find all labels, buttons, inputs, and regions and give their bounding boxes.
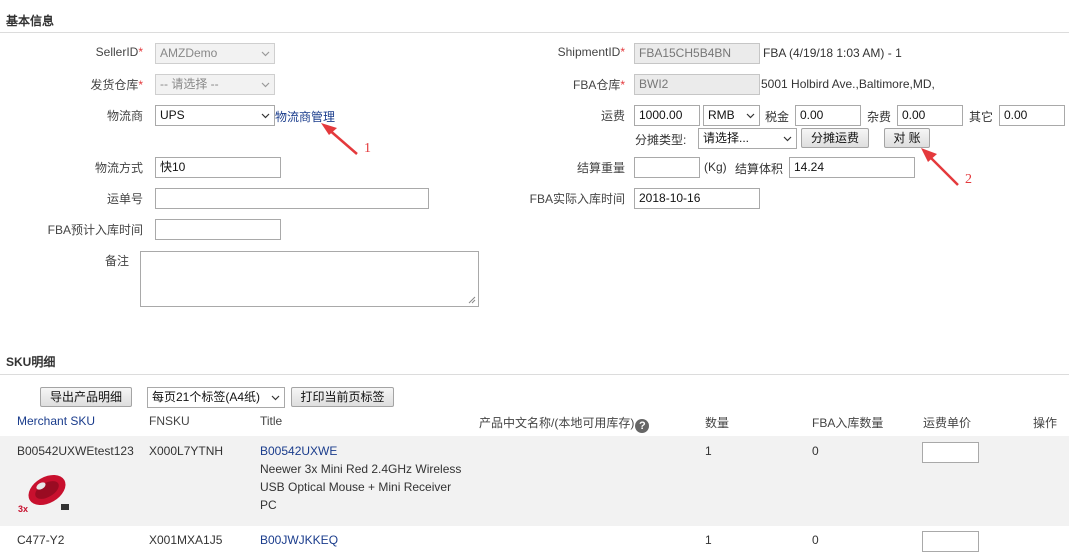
- allocation-type-select[interactable]: 请选择...: [698, 128, 797, 149]
- table-row: C477-Y2 X001MXA1J5 B00JWJKKEQ 1 0: [0, 526, 1069, 553]
- settlement-volume-input[interactable]: 14.24: [789, 157, 915, 178]
- fba-expected-date-input[interactable]: [155, 219, 281, 240]
- chevron-down-icon: [261, 82, 270, 88]
- seller-id-select[interactable]: AMZDemo: [155, 43, 275, 64]
- col-header-fba-qty: FBA入库数量: [812, 416, 884, 430]
- annotation-label-2: 2: [965, 172, 972, 187]
- chevron-down-icon: [783, 136, 792, 142]
- cell-fnsku: X000L7YTNH: [149, 444, 224, 458]
- tracking-no-label: 运单号: [106, 192, 143, 206]
- shipping-method-input[interactable]: 快10: [155, 157, 281, 178]
- fba-warehouse-label: FBA仓库*: [572, 78, 625, 92]
- annotation-arrow-2: [921, 148, 959, 186]
- seller-id-label: SellerID*: [95, 45, 143, 59]
- cell-fba-qty: 0: [812, 444, 819, 458]
- product-thumbnail: 3x: [17, 460, 77, 520]
- cell-fnsku: X001MXA1J5: [149, 533, 223, 547]
- cell-title-line: Neewer 3x Mini Red 2.4GHz Wireless: [260, 462, 462, 476]
- shipment-info-text: FBA (4/19/18 1:03 AM) - 1: [763, 46, 902, 60]
- allocate-freight-button[interactable]: 分摊运费: [801, 128, 869, 148]
- label-format-select[interactable]: 每页21个标签(A4纸): [147, 387, 285, 408]
- cell-title-line: PC: [260, 498, 277, 512]
- carrier-label: 物流商: [106, 109, 143, 123]
- sku-detail-title: SKU明细: [6, 355, 56, 369]
- freight-input[interactable]: 1000.00: [634, 105, 700, 126]
- col-header-cn-name: 产品中文名称/(本地可用库存)?: [479, 414, 650, 433]
- col-header-merchant-sku[interactable]: Merchant SKU: [17, 414, 95, 428]
- export-products-button[interactable]: 导出产品明细: [40, 387, 132, 407]
- fba-warehouse-input: BWI2: [634, 74, 760, 95]
- other-fee-input[interactable]: 0.00: [999, 105, 1065, 126]
- basic-info-title: 基本信息: [6, 14, 55, 28]
- cell-qty: 1: [705, 444, 712, 458]
- fba-expected-date-label: FBA预计入库时间: [47, 223, 143, 237]
- col-header-title: Title: [260, 414, 283, 428]
- tax-input[interactable]: 0.00: [795, 105, 861, 126]
- tracking-no-input[interactable]: [155, 188, 429, 209]
- col-header-unit-freight: 运费单价: [923, 416, 972, 430]
- unit-freight-input[interactable]: [922, 442, 979, 463]
- chevron-down-icon: [261, 51, 270, 57]
- cell-fba-qty: 0: [812, 533, 819, 547]
- shipment-id-label: ShipmentID*: [557, 45, 625, 59]
- settlement-volume-label: 结算体积: [735, 162, 784, 176]
- settlement-weight-label: 结算重量: [576, 161, 625, 175]
- cell-title-line: USB Optical Mouse + Mini Receiver: [260, 480, 452, 494]
- col-header-actions: 操作: [1033, 416, 1058, 430]
- section-divider: [0, 32, 1069, 33]
- fba-actual-date-label: FBA实际入库时间: [529, 192, 625, 206]
- annotation-label-1: 1: [364, 141, 371, 156]
- chevron-down-icon: [271, 395, 280, 401]
- tax-label: 税金: [765, 110, 790, 124]
- fba-actual-date-input[interactable]: 2018-10-16: [634, 188, 760, 209]
- section-divider: [0, 374, 1069, 375]
- cell-asin-link[interactable]: B00JWJKKEQ: [260, 533, 338, 547]
- chevron-down-icon: [261, 113, 270, 119]
- resize-grip-icon[interactable]: [468, 296, 476, 304]
- annotation-arrow-1: [321, 123, 358, 155]
- warehouse-label: 发货仓库*: [90, 78, 143, 92]
- shipping-method-label: 物流方式: [94, 161, 143, 175]
- chevron-down-icon: [746, 113, 755, 119]
- print-labels-button[interactable]: 打印当前页标签: [291, 387, 394, 407]
- cell-asin-link[interactable]: B00542UXWE: [260, 444, 337, 458]
- col-header-fnsku: FNSKU: [149, 414, 190, 428]
- settlement-weight-input[interactable]: [634, 157, 700, 178]
- misc-fee-input[interactable]: 0.00: [897, 105, 963, 126]
- warehouse-select[interactable]: -- 请选择 --: [155, 74, 275, 95]
- thumb-badge: 3x: [18, 504, 29, 514]
- table-row: B00542UXWEtest123 3x X000L7YTNH B00542UX…: [0, 436, 1069, 526]
- weight-unit: (Kg): [704, 160, 727, 174]
- other-fee-label: 其它: [969, 110, 994, 124]
- currency-select[interactable]: RMB: [703, 105, 760, 126]
- fba-warehouse-address: 5001 Holbird Ave.,Baltimore,MD,: [761, 77, 935, 91]
- help-icon[interactable]: ?: [635, 419, 650, 433]
- cell-merchant-sku: B00542UXWEtest123: [17, 444, 134, 458]
- col-header-qty: 数量: [705, 416, 730, 430]
- freight-label: 运费: [600, 109, 625, 123]
- shipment-id-input: FBA15CH5B4BN: [634, 43, 760, 64]
- carrier-select[interactable]: UPS: [155, 105, 275, 126]
- cell-merchant-sku: C477-Y2: [17, 533, 65, 547]
- remark-label: 备注: [104, 254, 129, 268]
- unit-freight-input[interactable]: [922, 531, 979, 552]
- misc-fee-label: 杂费: [867, 110, 892, 124]
- cell-qty: 1: [705, 533, 712, 547]
- remark-textarea[interactable]: [140, 251, 479, 307]
- allocation-type-label: 分摊类型:: [635, 133, 687, 147]
